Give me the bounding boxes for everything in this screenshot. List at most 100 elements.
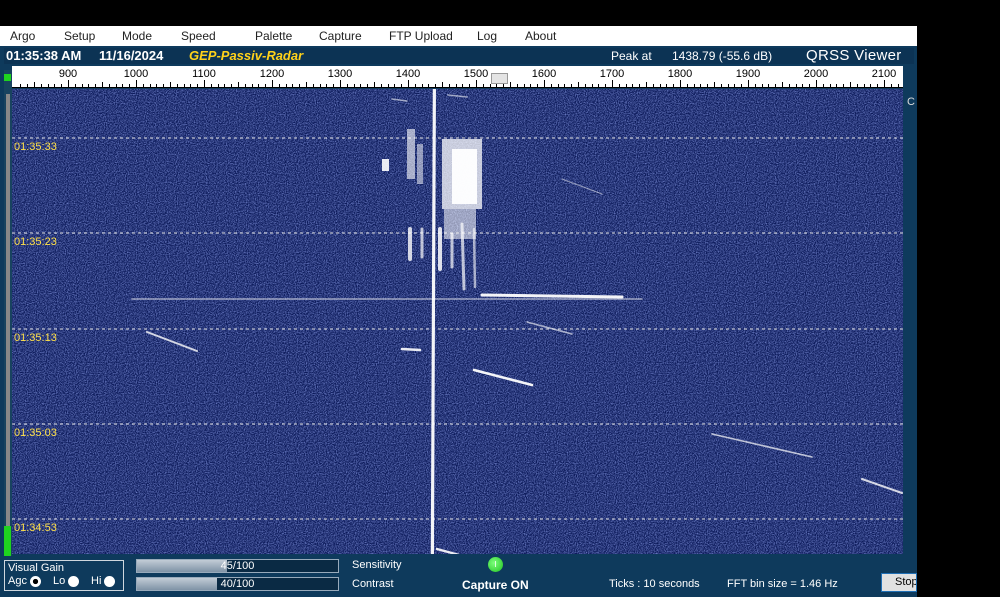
contrast-slider[interactable]: 40/100	[136, 577, 339, 591]
ruler-tick	[108, 84, 110, 87]
app-window: 01:35:38 AM 11/16/2024 GEP-Passiv-Radar …	[0, 46, 917, 597]
ruler-tick	[741, 84, 743, 87]
spectrogram-waterfall[interactable]: 01:35:33 01:35:23 01:35:13 01:35:03 01:34:53	[12, 89, 903, 554]
ruler-tick	[700, 84, 702, 87]
ruler-label: 1400	[395, 68, 421, 80]
ruler-tick	[34, 82, 35, 87]
right-edge-label: C	[907, 96, 915, 108]
ruler-tick	[734, 84, 736, 87]
menu-speed[interactable]: Speed	[181, 29, 216, 43]
menu-log[interactable]: Log	[477, 29, 497, 43]
ruler-tick	[680, 80, 681, 87]
ruler-label: 900	[58, 68, 78, 80]
ruler-tick	[442, 82, 443, 87]
ruler-label: 1600	[531, 68, 557, 80]
ruler-tick	[231, 84, 233, 87]
ruler-tick	[584, 84, 586, 87]
ruler-tick	[258, 84, 260, 87]
contrast-label: Contrast	[352, 578, 394, 590]
ruler-tick	[829, 84, 831, 87]
ruler-tick	[428, 84, 430, 87]
ruler-tick	[102, 82, 103, 87]
ruler-tick	[204, 80, 205, 87]
ruler-tick	[346, 84, 348, 87]
ruler-label: 1800	[667, 68, 693, 80]
ruler-tick	[523, 84, 525, 87]
ruler-tick	[142, 84, 144, 87]
ruler-tick	[170, 82, 171, 87]
ruler-tick	[27, 84, 29, 87]
scatter-cluster	[417, 144, 423, 184]
ruler-tick	[856, 84, 858, 87]
ruler-tick	[190, 84, 192, 87]
ruler-tick	[890, 84, 892, 87]
ruler-tick	[238, 82, 239, 87]
hi-radio[interactable]: Hi	[91, 575, 116, 587]
lo-radio[interactable]: Lo	[53, 575, 80, 587]
frequency-ruler[interactable]: 900 1000 1100 1200 1300 1400 1500 1600 1700 1800 1…	[12, 66, 903, 88]
ruler-tick	[115, 84, 117, 87]
lo-radio-dot[interactable]	[68, 575, 80, 587]
hi-radio-dot[interactable]	[104, 575, 116, 587]
ruler-tick	[326, 84, 328, 87]
menu-argo[interactable]: Argo	[10, 29, 35, 43]
ruler-tick	[435, 84, 437, 87]
ruler-tick	[748, 80, 749, 87]
ruler-tick	[537, 84, 539, 87]
agc-radio[interactable]: Agc	[8, 575, 41, 587]
ruler-label: 1500	[463, 68, 489, 80]
ruler-tick	[88, 84, 90, 87]
ruler-tick	[843, 84, 845, 87]
menu-palette[interactable]: Palette	[255, 29, 292, 43]
menu-mode[interactable]: Mode	[122, 29, 152, 43]
scatter-cluster	[407, 129, 415, 179]
menu-about[interactable]: About	[525, 29, 556, 43]
ruler-label: 1900	[735, 68, 761, 80]
ruler-tick	[598, 84, 600, 87]
ruler-tick	[850, 82, 851, 87]
ticks-interval: Ticks : 10 seconds	[609, 578, 700, 590]
agc-radio-dot[interactable]	[29, 575, 41, 587]
ruler-tick	[489, 84, 491, 87]
ruler-tick	[278, 84, 280, 87]
ruler-tick	[510, 82, 511, 87]
ruler-tick	[360, 84, 362, 87]
stop-button[interactable]: Stop	[881, 573, 917, 592]
ruler-tick	[312, 84, 314, 87]
ruler-tick	[448, 84, 450, 87]
ruler-tick	[265, 84, 267, 87]
ruler-tick	[870, 84, 872, 87]
ruler-tick	[720, 84, 722, 87]
ruler-tick	[54, 84, 56, 87]
ruler-tick	[863, 84, 865, 87]
hi-label: Hi	[91, 575, 102, 587]
ruler-tick	[408, 80, 409, 87]
peak-value: 1438.79 (-55.6 dB)	[672, 49, 773, 63]
ruler-tick	[224, 84, 226, 87]
ruler-tick	[394, 84, 396, 87]
ruler-tick	[802, 84, 804, 87]
ruler-tick	[714, 82, 715, 87]
ruler-tick	[768, 84, 770, 87]
ruler-label: 1700	[599, 68, 625, 80]
ruler-tick	[612, 80, 613, 87]
capture-status: Capture ON	[462, 578, 529, 592]
peak-marker[interactable]	[491, 73, 508, 84]
ruler-tick	[122, 84, 124, 87]
ruler-tick	[319, 84, 321, 87]
ruler-label: 2000	[803, 68, 829, 80]
menu-setup[interactable]: Setup	[64, 29, 95, 43]
ruler-tick	[333, 84, 335, 87]
ruler-tick	[652, 84, 654, 87]
menu-ftp-upload[interactable]: FTP Upload	[389, 29, 453, 43]
ruler-tick	[210, 84, 212, 87]
ruler-tick	[775, 84, 777, 87]
sensitivity-slider[interactable]: 45/100	[136, 559, 339, 573]
ruler-tick	[129, 84, 131, 87]
info-bar: 01:35:38 AM 11/16/2024 GEP-Passiv-Radar …	[4, 48, 914, 64]
sensitivity-value: 45/100	[220, 560, 255, 572]
level-bar	[6, 94, 10, 554]
ruler-tick	[136, 80, 137, 87]
time-label: 01:34:53	[14, 522, 57, 534]
menu-capture[interactable]: Capture	[319, 29, 362, 43]
